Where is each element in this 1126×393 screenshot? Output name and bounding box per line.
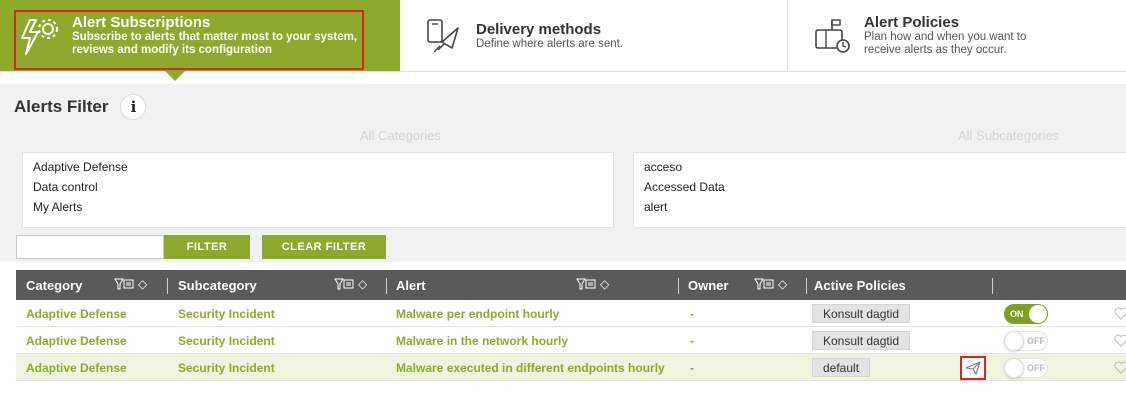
- category-option[interactable]: Data control: [33, 177, 603, 197]
- toggle-label: ON: [1010, 308, 1024, 319]
- clear-filter-button[interactable]: CLEAR FILTER: [262, 235, 386, 259]
- sort-icon[interactable]: ◇: [778, 277, 787, 291]
- header-active-policies[interactable]: Active Policies: [814, 270, 906, 300]
- subcategories-list[interactable]: acceso Accessed Data alert: [633, 152, 1126, 228]
- category-option[interactable]: My Alerts: [33, 197, 603, 217]
- filter-button[interactable]: FILTER: [164, 235, 250, 259]
- filter-title: Alerts Filter: [14, 97, 109, 116]
- paper-plane-icon: [965, 360, 981, 375]
- table-header: Category ◇ Subcategory ◇ Alert ◇ Owner ◇…: [16, 270, 1126, 300]
- policy-badge[interactable]: Konsult dagtid: [812, 331, 911, 350]
- tab-alert-subscriptions[interactable]: Alert Subscriptions Subscribe to alerts …: [0, 0, 400, 81]
- toggle-label: OFF: [1027, 335, 1045, 346]
- filter-search-input[interactable]: [16, 235, 164, 259]
- top-tabs: Alert Subscriptions Subscribe to alerts …: [0, 0, 1126, 81]
- policy-badge[interactable]: default: [812, 358, 871, 377]
- tab-delivery-methods[interactable]: Delivery methods Define where alerts are…: [400, 0, 788, 71]
- tab-alert-policies[interactable]: Alert Policies Plan how and when you wan…: [788, 0, 1126, 71]
- active-tab-pointer: [165, 71, 185, 81]
- sort-icon[interactable]: ◇: [138, 277, 147, 291]
- sort-icon[interactable]: ◇: [600, 277, 609, 291]
- row-subcategory[interactable]: Security Incident: [178, 300, 275, 327]
- header-alert[interactable]: Alert: [396, 270, 426, 300]
- toggle-label: OFF: [1027, 362, 1045, 373]
- row-owner: -: [690, 306, 694, 321]
- heart-icon[interactable]: [1114, 334, 1126, 347]
- header-owner[interactable]: Owner: [688, 270, 728, 300]
- categories-list[interactable]: Adaptive Defense Data control My Alerts: [22, 152, 614, 228]
- info-icon[interactable]: i: [120, 94, 147, 120]
- tab-subtitle: Define where alerts are sent.: [476, 37, 624, 50]
- table-row[interactable]: Adaptive Defense Security Incident Malwa…: [16, 354, 1126, 381]
- row-owner: -: [690, 333, 694, 348]
- header-category[interactable]: Category: [26, 270, 82, 300]
- row-category[interactable]: Adaptive Defense: [26, 300, 127, 327]
- row-owner: -: [690, 360, 694, 375]
- active-toggle[interactable]: OFF: [1004, 357, 1048, 378]
- table-row[interactable]: Adaptive Defense Security Incident Malwa…: [16, 327, 1126, 354]
- table-row[interactable]: Adaptive Defense Security Incident Malwa…: [16, 300, 1126, 327]
- column-filter-icon[interactable]: [754, 277, 774, 291]
- subcategory-option[interactable]: alert: [644, 197, 1116, 217]
- phone-send-icon: [427, 18, 459, 52]
- alerts-table: Category ◇ Subcategory ◇ Alert ◇ Owner ◇…: [16, 270, 1126, 381]
- subcategories-header: All Subcategories: [958, 128, 1060, 143]
- tab-title: Alert Policies: [864, 14, 960, 31]
- row-alert[interactable]: Malware per endpoint hourly: [396, 300, 559, 327]
- row-subcategory[interactable]: Security Incident: [178, 354, 275, 381]
- active-toggle[interactable]: OFF: [1004, 330, 1048, 351]
- column-filter-icon[interactable]: [114, 277, 134, 291]
- active-toggle[interactable]: ON: [1004, 303, 1048, 324]
- category-option[interactable]: Adaptive Defense: [33, 157, 603, 177]
- send-button[interactable]: [960, 355, 986, 380]
- categories-header: All Categories: [360, 128, 441, 143]
- row-alert[interactable]: Malware in the network hourly: [396, 327, 568, 354]
- mailbox-clock-icon: [815, 18, 850, 53]
- row-category[interactable]: Adaptive Defense: [26, 354, 127, 381]
- sort-icon[interactable]: ◇: [358, 277, 367, 291]
- heart-icon[interactable]: [1114, 307, 1126, 320]
- highlight-box: [14, 10, 364, 70]
- row-alert[interactable]: Malware executed in different endpoints …: [396, 354, 665, 381]
- row-category[interactable]: Adaptive Defense: [26, 327, 127, 354]
- row-subcategory[interactable]: Security Incident: [178, 327, 275, 354]
- column-filter-icon[interactable]: [334, 277, 354, 291]
- subcategory-option[interactable]: acceso: [644, 157, 1116, 177]
- subcategory-option[interactable]: Accessed Data: [644, 177, 1116, 197]
- column-filter-icon[interactable]: [576, 277, 596, 291]
- tab-title: Delivery methods: [476, 20, 602, 38]
- tab-subtitle: receive alerts as they occur.: [864, 44, 1007, 56]
- heart-icon[interactable]: [1114, 361, 1126, 374]
- tab-subtitle: Plan how and when you want to: [864, 31, 1027, 43]
- header-subcategory[interactable]: Subcategory: [178, 270, 257, 300]
- policy-badge[interactable]: Konsult dagtid: [812, 304, 911, 323]
